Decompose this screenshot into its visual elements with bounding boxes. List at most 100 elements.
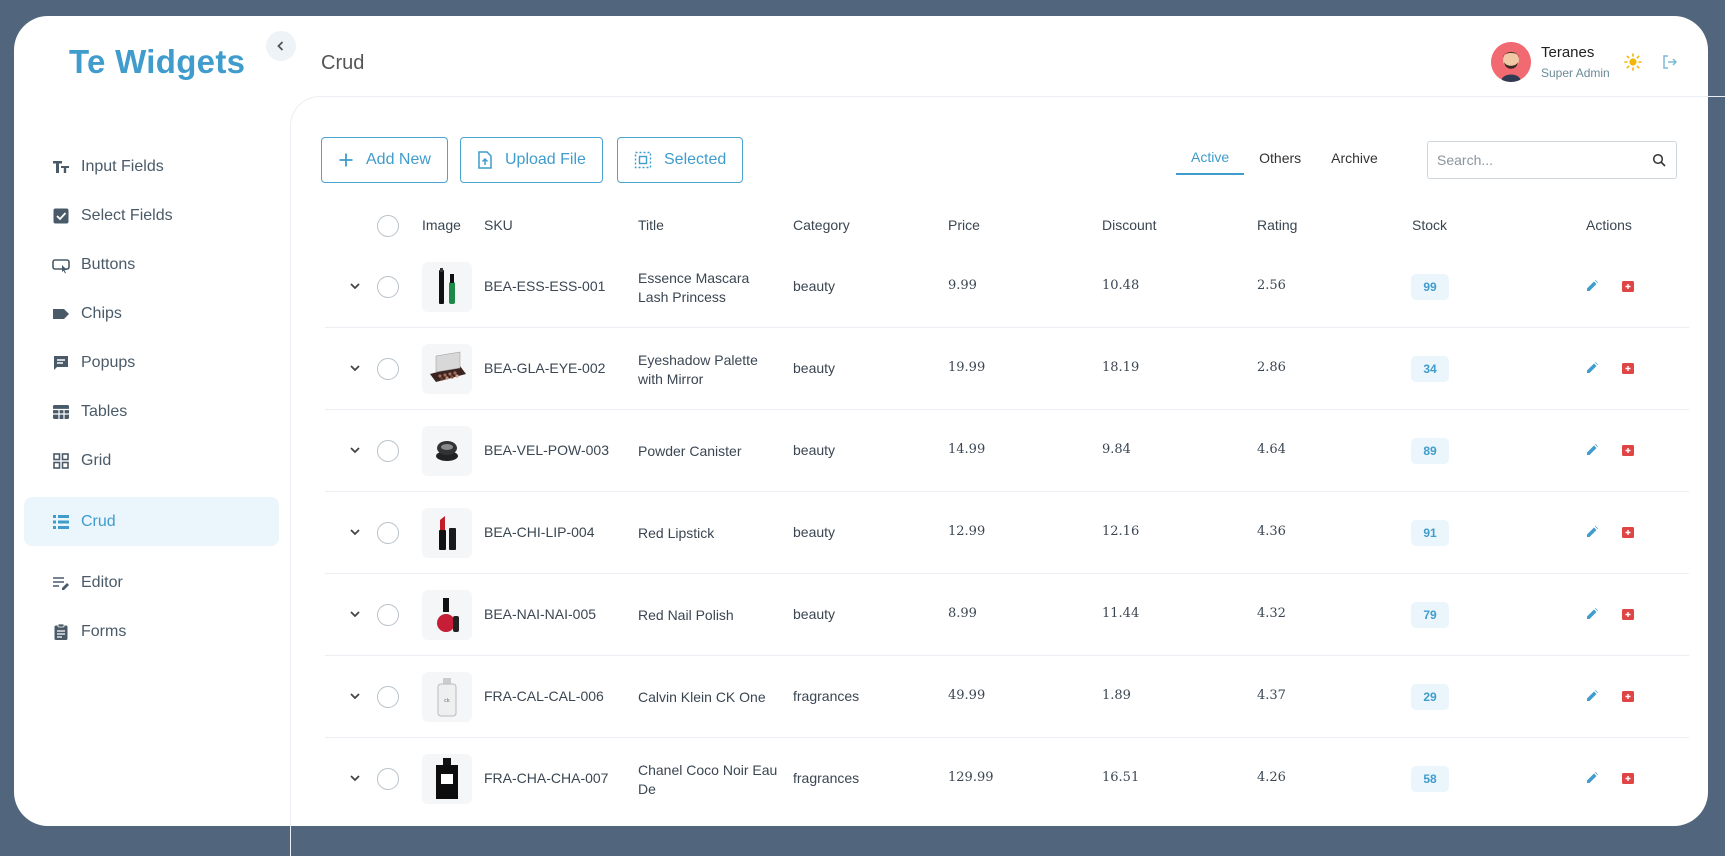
sidebar-item-label: Chips	[81, 304, 122, 322]
expand-row-button[interactable]	[348, 279, 362, 298]
breadcrumb: Crud	[321, 52, 365, 74]
cell-price: 14.99	[948, 442, 986, 457]
chevron-down-icon	[350, 283, 360, 290]
sidebar-item-popups[interactable]: Popups	[24, 338, 279, 387]
expand-row-button[interactable]	[348, 607, 362, 626]
expand-row-button[interactable]	[348, 771, 362, 790]
table-row[interactable]: BEA-VEL-POW-003 Powder Canister beauty 1…	[325, 410, 1689, 492]
expand-row-button[interactable]	[348, 525, 362, 544]
chevron-down-icon	[350, 365, 360, 372]
table-row[interactable]: ck FRA-CAL-CAL-006 Calvin Klein CK One f…	[325, 656, 1689, 738]
row-checkbox[interactable]	[377, 440, 399, 462]
header-actions: Actions	[1586, 217, 1632, 233]
edit-button[interactable]	[1585, 443, 1599, 462]
logout-icon	[1663, 55, 1678, 69]
row-checkbox[interactable]	[377, 358, 399, 380]
cell-sku: BEA-ESS-ESS-001	[484, 278, 606, 294]
list-icon	[52, 513, 70, 531]
table-row[interactable]: BEA-ESS-ESS-001 Essence Mascara Lash Pri…	[325, 246, 1689, 328]
header-rating[interactable]: Rating	[1257, 217, 1297, 233]
cell-discount: 1.89	[1102, 688, 1131, 703]
avatar	[1491, 42, 1531, 82]
header-stock[interactable]: Stock	[1412, 217, 1447, 233]
product-image	[422, 508, 472, 558]
delete-button[interactable]	[1621, 689, 1635, 708]
theme-toggle-button[interactable]	[1624, 53, 1642, 76]
clipboard-icon	[52, 623, 70, 641]
cell-discount: 12.16	[1102, 524, 1140, 539]
table-row[interactable]: BEA-CHI-LIP-004 Red Lipstick beauty 12.9…	[325, 492, 1689, 574]
product-image	[422, 590, 472, 640]
table-header: Image SKU Title Category Price Discount …	[325, 209, 1689, 243]
header-sku[interactable]: SKU	[484, 217, 513, 233]
sidebar-item-label: Crud	[81, 512, 116, 530]
chevron-down-icon	[350, 693, 360, 700]
brand-logo[interactable]: Te Widgets	[69, 43, 245, 81]
stock-badge: 89	[1411, 438, 1449, 464]
row-checkbox[interactable]	[377, 522, 399, 544]
edit-button[interactable]	[1585, 525, 1599, 544]
tab-archive[interactable]: Archive	[1316, 141, 1393, 175]
search-input[interactable]	[1428, 142, 1642, 178]
edit-button[interactable]	[1585, 689, 1599, 708]
edit-button[interactable]	[1585, 771, 1599, 790]
text-format-icon	[52, 158, 70, 176]
search-box	[1427, 141, 1677, 179]
edit-button[interactable]	[1585, 361, 1599, 380]
upload-file-button[interactable]: Upload File	[460, 137, 603, 183]
sidebar-item-forms[interactable]: Forms	[24, 607, 279, 656]
sidebar-item-label: Forms	[81, 622, 127, 640]
header-title[interactable]: Title	[638, 217, 664, 233]
sidebar-item-chips[interactable]: Chips	[24, 289, 279, 338]
selected-button[interactable]: Selected	[617, 137, 744, 183]
table-row[interactable]: BEA-GLA-EYE-002 Eyeshadow Palette with M…	[325, 328, 1689, 410]
sidebar-item-grid[interactable]: Grid	[24, 436, 279, 485]
search-icon[interactable]	[1642, 153, 1676, 167]
product-image: ck	[422, 672, 472, 722]
sidebar-item-input-fields[interactable]: Input Fields	[24, 142, 279, 191]
trash-icon	[1622, 527, 1634, 538]
select-all-checkbox[interactable]	[377, 215, 399, 237]
header-discount[interactable]: Discount	[1102, 217, 1156, 233]
sidebar-item-buttons[interactable]: Buttons	[24, 240, 279, 289]
row-checkbox[interactable]	[377, 686, 399, 708]
product-image	[422, 754, 472, 804]
sidebar-item-editor[interactable]: Editor	[24, 558, 279, 607]
delete-button[interactable]	[1621, 771, 1635, 790]
add-new-button[interactable]: Add New	[321, 137, 448, 183]
delete-button[interactable]	[1621, 361, 1635, 380]
edit-button[interactable]	[1585, 607, 1599, 626]
row-checkbox[interactable]	[377, 604, 399, 626]
row-checkbox[interactable]	[377, 276, 399, 298]
edit-button[interactable]	[1585, 279, 1599, 298]
cell-title: Calvin Klein CK One	[638, 689, 766, 705]
sidebar-item-crud[interactable]: Crud	[24, 497, 279, 546]
cell-discount: 16.51	[1102, 770, 1140, 785]
sidebar-item-tables[interactable]: Tables	[24, 387, 279, 436]
pencil-icon	[1587, 772, 1598, 783]
expand-row-button[interactable]	[348, 361, 362, 380]
cell-category: beauty	[793, 606, 836, 622]
delete-button[interactable]	[1621, 525, 1635, 544]
tab-active[interactable]: Active	[1176, 141, 1245, 175]
delete-button[interactable]	[1621, 443, 1635, 462]
logout-button[interactable]	[1662, 54, 1678, 75]
user-profile[interactable]: Teranes Super Admin	[1491, 42, 1610, 82]
header-price[interactable]: Price	[948, 217, 980, 233]
header-category[interactable]: Category	[793, 217, 850, 233]
user-role: Super Admin	[1541, 66, 1610, 80]
back-button[interactable]	[266, 31, 296, 61]
row-checkbox[interactable]	[377, 768, 399, 790]
tab-others[interactable]: Others	[1244, 141, 1316, 175]
delete-button[interactable]	[1621, 607, 1635, 626]
sidebar-item-select-fields[interactable]: Select Fields	[24, 191, 279, 240]
chevron-down-icon	[350, 529, 360, 536]
table-row[interactable]: BEA-NAI-NAI-005 Red Nail Polish beauty 8…	[325, 574, 1689, 656]
table-row[interactable]: FRA-CHA-CHA-007 Chanel Coco Noir Eau De …	[325, 738, 1689, 820]
expand-row-button[interactable]	[348, 443, 362, 462]
chevron-down-icon	[350, 447, 360, 454]
stock-badge: 79	[1411, 602, 1449, 628]
pencil-icon	[1587, 362, 1598, 373]
expand-row-button[interactable]	[348, 689, 362, 708]
delete-button[interactable]	[1621, 279, 1635, 298]
